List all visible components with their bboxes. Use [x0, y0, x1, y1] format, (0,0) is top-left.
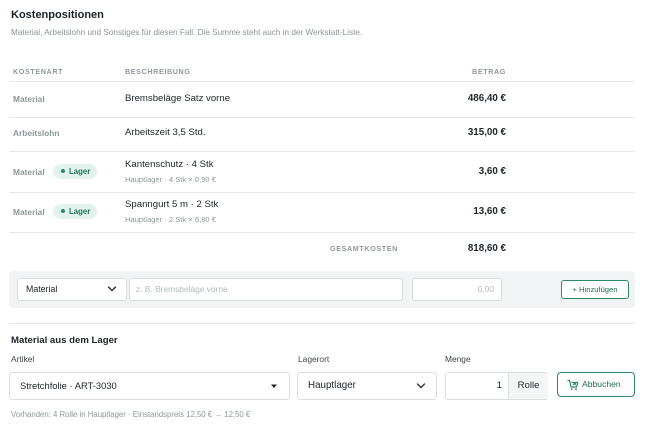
book-out-button[interactable]: Abbuchen — [557, 372, 635, 397]
cost-type: Arbeitslohn — [13, 128, 60, 138]
cost-detail: Hauptlager · 4 Stk × 0,90 € — [125, 175, 216, 184]
cost-description: Kantenschutz · 4 Stk — [125, 159, 214, 170]
stock-badge-label: Lager — [69, 207, 91, 216]
location-label: Lagerort — [298, 354, 330, 364]
add-cost-bar: Material z. B. Bremsbeläge vorne 0,00 + … — [9, 271, 635, 308]
article-label: Artikel — [11, 354, 35, 364]
chevron-down-icon — [107, 286, 117, 292]
book-out-label: Abbuchen — [582, 379, 621, 389]
cost-type: Material — [13, 94, 45, 104]
status-dot-icon — [61, 168, 65, 173]
status-dot-icon — [61, 208, 65, 213]
cart-arrow-icon — [567, 379, 579, 391]
add-cost-button[interactable]: + Hinzufügen — [561, 280, 629, 299]
caret-down-icon — [271, 384, 277, 388]
chevron-down-icon — [416, 383, 426, 389]
stock-availability-text: Vorhanden: 4 Rolle in Hauptlager · Einst… — [11, 410, 251, 419]
cost-amount-input[interactable]: 0,00 — [412, 278, 502, 301]
total-amount: 818,60 € — [467, 243, 506, 254]
stock-badge-label: Lager — [69, 167, 91, 176]
cost-description: Arbeitszeit 3,5 Std. — [125, 127, 206, 138]
cost-description: Spanngurt 5 m · 2 Stk — [125, 199, 219, 210]
location-select[interactable]: Hauptlager — [297, 372, 437, 400]
stock-section-title: Material aus dem Lager — [11, 335, 118, 346]
stock-badge: Lager — [53, 164, 98, 179]
row-divider — [9, 232, 635, 233]
cost-amount-placeholder: 0,00 — [477, 284, 494, 294]
cost-description: Bremsbeläge Satz vorne — [125, 93, 231, 104]
location-value: Hauptlager — [308, 380, 356, 391]
table-row[interactable]: Arbeitslohn Arbeitszeit 3,5 Std. 315,00 … — [9, 118, 635, 151]
total-label: GESAMTKOSTEN — [330, 244, 398, 253]
cost-amount: 13,60 € — [473, 206, 506, 217]
cost-description-input[interactable]: z. B. Bremsbeläge vorne — [129, 278, 403, 301]
cost-type: Material — [13, 207, 45, 217]
section-divider — [9, 323, 635, 324]
section-title: Kostenpositionen — [11, 9, 104, 21]
article-select[interactable]: Stretchfolie · ART-3030 — [9, 372, 290, 400]
cost-description-placeholder: z. B. Bremsbeläge vorne — [136, 284, 228, 294]
article-value: Stretchfolie · ART-3030 — [20, 380, 117, 391]
section-subtitle: Material, Arbeitslohn und Sonstiges für … — [11, 28, 363, 37]
cost-amount: 3,60 € — [478, 166, 506, 177]
cost-type-select[interactable]: Material — [17, 278, 127, 301]
cost-detail: Hauptlager · 2 Stk × 6,80 € — [125, 215, 216, 224]
cost-type-value: Material — [26, 284, 58, 294]
quantity-field[interactable]: 1 Rolle — [445, 372, 548, 400]
stock-badge: Lager — [53, 204, 98, 219]
column-header-description: BESCHREIBUNG — [125, 67, 191, 76]
table-row[interactable]: Material Bremsbeläge Satz vorne 486,40 € — [9, 82, 635, 117]
cost-type: Material — [13, 167, 45, 177]
cost-amount: 486,40 € — [467, 93, 506, 104]
column-header-type: KOSTENART — [13, 67, 64, 76]
cost-amount: 315,00 € — [467, 127, 506, 138]
table-row[interactable]: Material Lager Kantenschutz · 4 Stk Haup… — [9, 152, 635, 192]
quantity-unit: Rolle — [508, 373, 548, 399]
column-header-amount: BETRAG — [472, 67, 506, 76]
quantity-input[interactable]: 1 — [446, 373, 508, 399]
quantity-label: Menge — [445, 354, 471, 364]
table-row[interactable]: Material Lager Spanngurt 5 m · 2 Stk Hau… — [9, 193, 635, 232]
